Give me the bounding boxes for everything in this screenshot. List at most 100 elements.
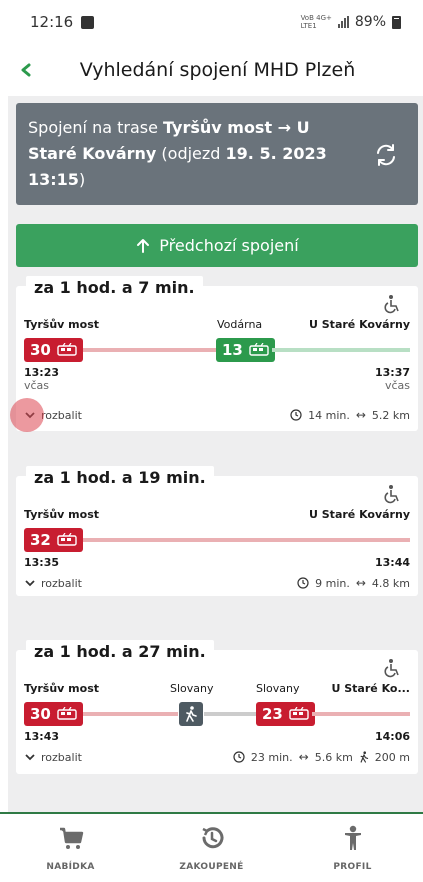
wheelchair-icon <box>384 485 399 504</box>
chevron-down-icon <box>25 580 35 587</box>
trip-meta: 14 min. ↔ 5.2 km <box>290 408 410 422</box>
trip-meta: 9 min. ↔ 4.8 km <box>297 576 410 590</box>
swap-refresh-icon[interactable] <box>372 141 400 169</box>
route-segment <box>74 348 216 352</box>
departure-time: 13:35 <box>24 556 60 569</box>
nav-item-nabidka[interactable]: NABÍDKA <box>0 814 141 882</box>
trolleybus-icon <box>57 533 77 546</box>
expand-label: rozbalit <box>41 576 82 590</box>
route-summary: Spojení na trase Tyršův most → U Staré K… <box>16 103 418 205</box>
line-badge: 30 <box>24 338 83 362</box>
nav-label: NABÍDKA <box>46 862 95 872</box>
departure-time: 13:43 <box>24 730 60 743</box>
bottom-navigation: NABÍDKA ZAKOUPENÉ PROFIL <box>0 812 423 882</box>
trip-duration: 14 min. <box>308 408 350 422</box>
arrival-time: 13:37 <box>374 366 410 379</box>
departure-time: 13:23 <box>24 366 60 379</box>
route-summary-text: Spojení na trase Tyršův most → U Staré K… <box>28 118 327 189</box>
arrival-time: 13:44 <box>374 556 410 569</box>
nav-label: PROFIL <box>333 862 372 872</box>
battery-level: 89% <box>354 14 386 30</box>
trolleybus-icon <box>289 707 309 720</box>
line-badge: 32 <box>24 528 83 552</box>
trip-meta: 23 min. ↔ 5.6 km 200 m <box>233 750 410 764</box>
previous-connections-button[interactable]: Předchozí spojení <box>16 224 418 267</box>
line-badge: 23 <box>256 702 315 726</box>
route-segment <box>272 348 410 352</box>
battery-icon <box>392 15 401 29</box>
stop-name: Vodárna <box>217 318 263 331</box>
trolleybus-icon <box>57 707 77 720</box>
trip-distance: 5.6 km <box>314 750 353 764</box>
trolleybus-icon <box>249 343 269 356</box>
route-line: 30 23 <box>24 702 410 726</box>
stop-name: Tyršův most <box>24 318 99 331</box>
stop-name: Tyršův most <box>24 508 99 521</box>
clock-icon <box>290 409 302 421</box>
trolleybus-icon <box>57 343 77 356</box>
departure-eta: za 1 hod. a 7 min. <box>26 276 203 299</box>
route-segment <box>312 712 410 716</box>
stop-name: Tyršův most <box>24 682 99 695</box>
status-bar: 12:16 VoB 4G+ LTE1 89% <box>0 0 423 44</box>
line-badge: 13 <box>216 338 275 362</box>
expand-button[interactable]: rozbalit <box>24 577 82 590</box>
nav-item-profil[interactable]: PROFIL <box>282 814 423 882</box>
connection-card[interactable]: za 1 hod. a 7 min. Tyršův most Vodárna U… <box>10 276 418 432</box>
departure-eta: za 1 hod. a 19 min. <box>26 466 214 489</box>
nav-label: ZAKOUPENÉ <box>179 862 244 872</box>
trip-distance: 4.8 km <box>371 576 410 590</box>
route-line: 32 <box>24 528 410 552</box>
arrival-status: včas <box>384 379 410 392</box>
results-list[interactable]: Spojení na trase Tyršův most → U Staré K… <box>8 96 423 812</box>
network-indicator: VoB 4G+ LTE1 <box>300 14 332 30</box>
walk-distance: 200 m <box>374 750 410 764</box>
distance-icon: ↔ <box>298 750 309 764</box>
arrival-time: 14:06 <box>374 730 410 743</box>
signal-icon <box>337 16 349 28</box>
stop-name: U Staré Kovárny <box>309 508 410 521</box>
departure-eta: za 1 hod. a 27 min. <box>26 640 214 663</box>
trip-duration: 23 min. <box>250 750 293 764</box>
route-segment <box>74 712 178 716</box>
clock: 12:16 <box>30 13 74 31</box>
walk-line <box>204 712 256 716</box>
departure-status: včas <box>24 379 50 392</box>
chevron-left-icon <box>21 63 31 77</box>
expand-button[interactable]: rozbalit <box>24 751 82 764</box>
stop-name: U Staré Ko... <box>331 682 410 695</box>
page-title: Vyhledání spojení MHD Plzeň <box>79 59 356 81</box>
chevron-down-icon <box>25 754 35 761</box>
route-line: 30 13 <box>24 338 410 362</box>
walk-segment <box>179 702 203 726</box>
distance-icon: ↔ <box>355 576 366 590</box>
clock-icon <box>233 751 245 763</box>
trip-duration: 9 min. <box>315 576 350 590</box>
clock-icon <box>297 577 309 589</box>
arrow-up-icon <box>137 238 150 253</box>
wheelchair-icon <box>384 295 399 314</box>
nav-item-zakoupene[interactable]: ZAKOUPENÉ <box>141 814 282 882</box>
distance-icon: ↔ <box>355 408 366 422</box>
walking-icon <box>360 751 368 763</box>
stop-name: U Staré Kovárny <box>309 318 410 331</box>
expand-label: rozbalit <box>41 408 82 422</box>
wheelchair-icon <box>384 659 399 678</box>
back-button[interactable] <box>12 56 40 84</box>
touch-indicator <box>10 398 44 432</box>
trip-distance: 5.2 km <box>371 408 410 422</box>
expand-label: rozbalit <box>41 750 82 764</box>
stop-name: Slovany <box>170 682 214 695</box>
app-bar: Vyhledání spojení MHD Plzeň <box>0 44 423 96</box>
stop-name: Slovany <box>256 682 300 695</box>
line-badge: 30 <box>24 702 83 726</box>
connection-card[interactable]: za 1 hod. a 27 min. Tyršův most Slovany … <box>16 640 418 774</box>
cart-icon <box>59 827 83 849</box>
notification-icon <box>81 15 95 29</box>
previous-connections-label: Předchozí spojení <box>159 236 299 255</box>
route-segment <box>74 538 410 542</box>
connection-card[interactable]: za 1 hod. a 19 min. Tyršův most U Staré … <box>16 466 418 596</box>
history-icon <box>201 827 223 849</box>
walking-icon <box>186 706 197 722</box>
person-icon <box>344 825 361 850</box>
